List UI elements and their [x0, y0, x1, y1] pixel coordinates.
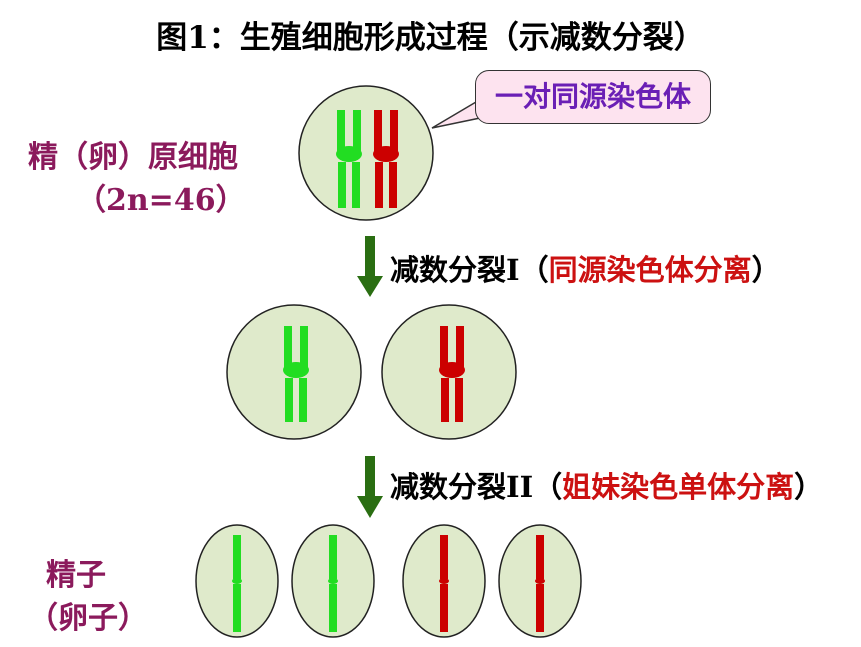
arrow-down-icon [357, 236, 383, 297]
gamete-cell-2 [291, 524, 375, 638]
gamete-cell-1 [195, 524, 279, 638]
gamete-cell-4 [498, 524, 582, 638]
homologous-pair-callout: 一对同源染色体 [475, 70, 711, 124]
gamete-cell-3 [402, 524, 486, 638]
meiosis-diagram [195, 85, 582, 638]
arrow-down-icon [357, 456, 383, 518]
parent-cell [298, 85, 434, 221]
callout-pointer [431, 100, 481, 129]
